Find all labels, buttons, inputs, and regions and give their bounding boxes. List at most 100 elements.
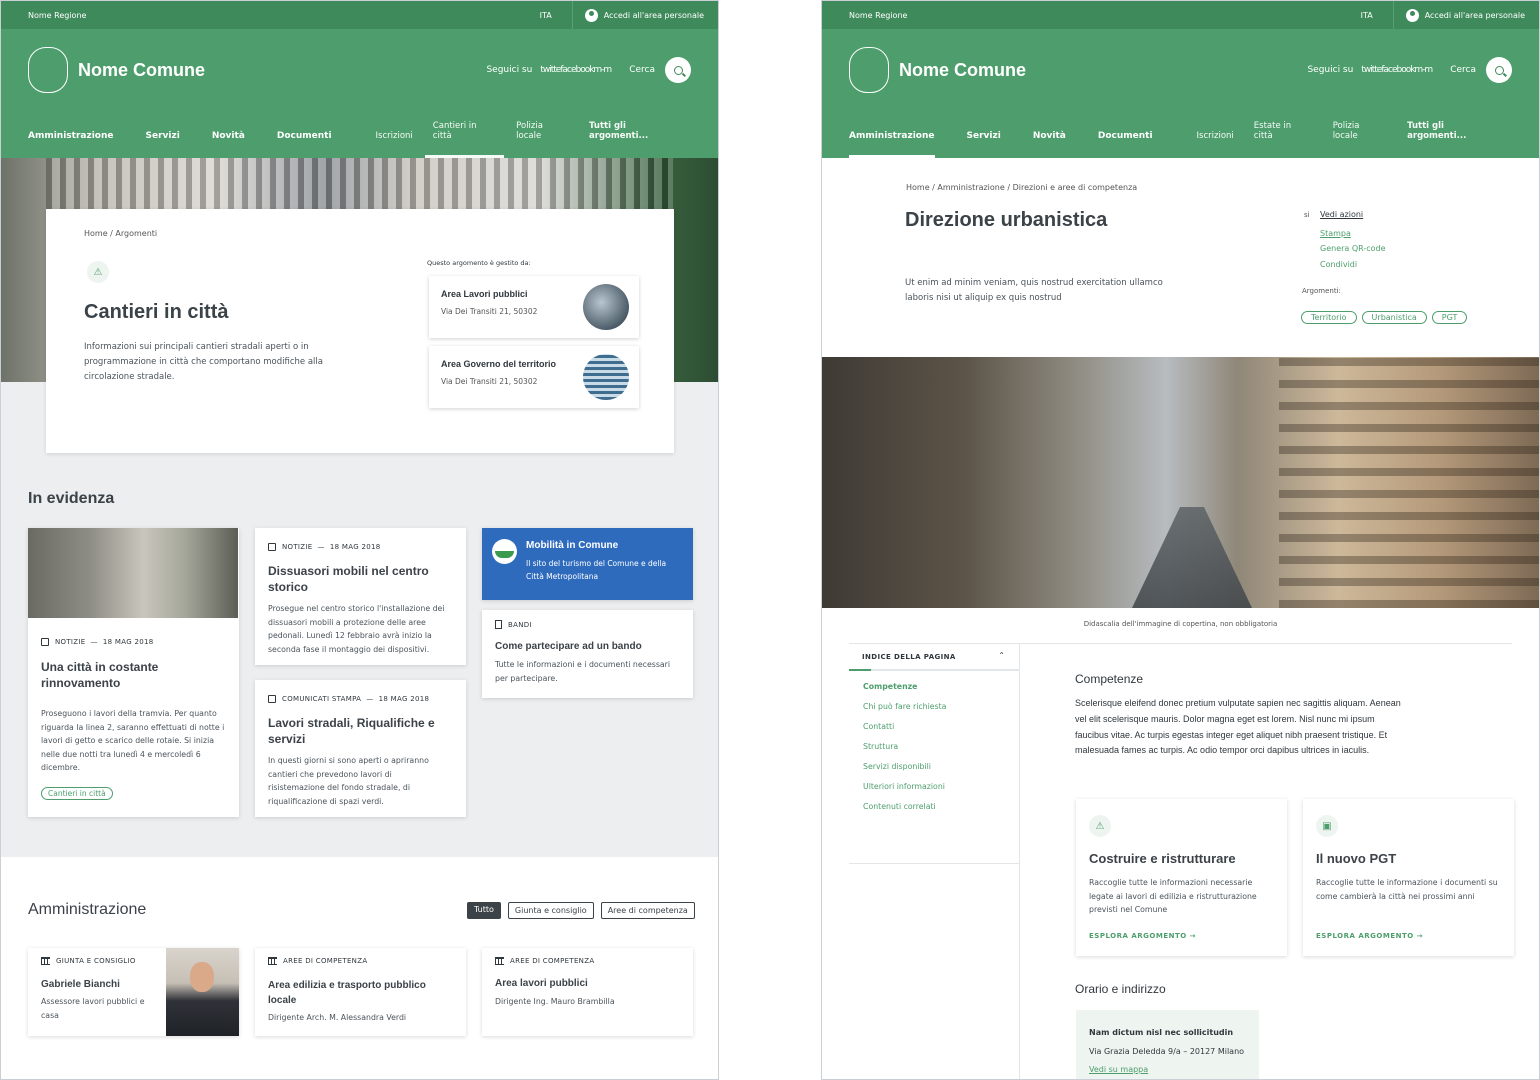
municipality-name[interactable]: Nome Comune: [78, 60, 205, 81]
toc-item[interactable]: Competenze: [863, 682, 917, 691]
cover-caption: Didascalia dell'immagine di copertina, n…: [1083, 620, 1278, 628]
toc-item[interactable]: Struttura: [863, 742, 898, 751]
bando-title[interactable]: Come partecipare ad un bando: [495, 641, 642, 652]
toc-item[interactable]: Servizi disponibili: [863, 762, 931, 771]
topic-card-title[interactable]: Il nuovo PGT: [1316, 851, 1396, 866]
admin-meta: AREE DI COMPETENZA: [495, 957, 594, 965]
language-select[interactable]: ITA: [540, 11, 552, 20]
login-link[interactable]: Accedi all'area personale: [604, 11, 704, 20]
language-select[interactable]: ITA: [1361, 11, 1373, 20]
tag-urbanistica[interactable]: Urbanistica: [1361, 311, 1427, 324]
nav-iscrizioni[interactable]: Iscrizioni: [368, 131, 421, 158]
mobility-logo: [492, 539, 517, 564]
social-links[interactable]: twittefacebookm-m: [540, 65, 612, 75]
nav-novita[interactable]: Novità: [1033, 131, 1066, 158]
topic-card-costruire[interactable]: ⚠ Costruire e ristrutturare Raccoglie tu…: [1076, 799, 1287, 956]
nav-amministrazione[interactable]: Amministrazione: [849, 131, 935, 158]
news-card-1[interactable]: NOTIZIE — 18 MAG 2018 Una città in costa…: [28, 528, 239, 817]
bando-meta: BANDI: [495, 620, 532, 629]
nav-estate[interactable]: Estate in città: [1246, 121, 1321, 158]
tag-territorio[interactable]: Territorio: [1301, 311, 1357, 324]
news-card-2[interactable]: NOTIZIE — 18 MAG 2018 Dissuasori mobili …: [255, 528, 466, 665]
search-button[interactable]: [1486, 57, 1512, 83]
search-label: Cerca: [629, 65, 655, 75]
promo-card[interactable]: Mobilità in Comune Il sito del turismo d…: [482, 528, 693, 600]
region-link[interactable]: Nome Regione: [28, 11, 86, 20]
nav-polizia[interactable]: Polizia locale: [508, 121, 577, 158]
breadcrumb[interactable]: Home / Argomenti: [84, 229, 157, 238]
topics-label: Argomenti:: [1302, 287, 1341, 295]
bando-card[interactable]: BANDI Come partecipare ad un bando Tutte…: [482, 610, 693, 698]
nav-documenti[interactable]: Documenti: [1098, 131, 1153, 158]
admin-card-area-1[interactable]: AREE DI COMPETENZA Area edilizia e trasp…: [255, 948, 466, 1036]
actions-prefix: si: [1304, 211, 1310, 219]
explore-link[interactable]: ESPLORA ARGOMENTO →: [1089, 932, 1196, 940]
municipality-logo[interactable]: [28, 47, 68, 93]
toc-item[interactable]: Chi può fare richiesta: [863, 702, 946, 711]
nav-servizi[interactable]: Servizi: [967, 131, 1001, 158]
municipality-logo[interactable]: [849, 47, 889, 93]
breadcrumb[interactable]: Home / Amministrazione / Direzioni e are…: [906, 183, 1137, 192]
nav-iscrizioni[interactable]: Iscrizioni: [1189, 131, 1242, 158]
region-link[interactable]: Nome Regione: [849, 11, 907, 20]
user-icon: [1405, 8, 1419, 22]
follow-label: Seguici su: [1307, 65, 1354, 75]
admin-card-title[interactable]: Gabriele Bianchi: [41, 979, 120, 990]
competenze-text: Scelerisque eleifend donec pretium vulpu…: [1075, 698, 1401, 756]
main-nav: Amministrazione Servizi Novità Documenti…: [1, 111, 718, 158]
topic-chip[interactable]: Cantieri in città: [41, 787, 113, 800]
map-link[interactable]: Vedi su mappa: [1089, 1065, 1148, 1074]
topic-hero-card: Home / Argomenti ⚠ Cantieri in città Inf…: [46, 209, 674, 453]
search-icon: [673, 65, 683, 75]
nav-documenti[interactable]: Documenti: [277, 131, 332, 158]
admin-card-title[interactable]: Area edilizia e trasporto pubblico local…: [268, 978, 448, 1008]
news-text: In questi giorni si sono aperti o aprira…: [268, 756, 429, 806]
news-title[interactable]: Una città in costante rinnovamento: [41, 659, 221, 691]
social-links[interactable]: twittefacebookm-m: [1361, 65, 1433, 75]
admin-card-area-2[interactable]: AREE DI COMPETENZA Area lavori pubblici …: [482, 948, 693, 1036]
news-card-3[interactable]: COMUNICATI STAMPA — 18 MAG 2018 Lavori s…: [255, 680, 466, 817]
action-share[interactable]: Condividi: [1320, 260, 1357, 269]
search-button[interactable]: [665, 57, 691, 83]
news-title[interactable]: Dissuasori mobili nel centro storico: [268, 563, 448, 595]
admin-filters: Tutto Giunta e consiglio Aree di compete…: [467, 902, 695, 919]
admin-card-person[interactable]: GIUNTA E CONSIGLIO Gabriele Bianchi Asse…: [28, 948, 239, 1036]
nav-cantieri[interactable]: Cantieri in città: [424, 121, 505, 158]
toc-title[interactable]: INDICE DELLA PAGINA: [862, 653, 956, 661]
filter-all-button[interactable]: Tutto: [467, 902, 501, 919]
center-header: Nome Comune Seguici su twittefacebookm-m…: [822, 29, 1539, 111]
explore-link[interactable]: ESPLORA ARGOMENTO →: [1316, 932, 1423, 940]
nav-amministrazione[interactable]: Amministrazione: [28, 131, 114, 158]
nav-all-topics[interactable]: Tutti gli argomenti...: [1399, 121, 1514, 158]
tag-pgt[interactable]: PGT: [1431, 311, 1468, 324]
screen-topic-page: Nome Regione ITA Accedi all'area persona…: [0, 0, 719, 1080]
admin-card-title[interactable]: Area lavori pubblici: [495, 978, 588, 989]
toc-item[interactable]: Contatti: [863, 722, 894, 731]
toc-item[interactable]: Ulteriori informazioni: [863, 782, 945, 791]
address-card-title: Nam dictum nisl nec sollicitudin: [1089, 1028, 1234, 1037]
chevron-up-icon[interactable]: ⌃: [998, 651, 1005, 660]
login-link[interactable]: Accedi all'area personale: [1425, 11, 1525, 20]
area-card-governo[interactable]: Area Governo del territorio Via Dei Tran…: [429, 346, 639, 408]
action-print[interactable]: Stampa: [1320, 229, 1351, 238]
news-title[interactable]: Lavori stradali, Riqualifiche e servizi: [268, 715, 453, 747]
nav-servizi[interactable]: Servizi: [146, 131, 180, 158]
nav-polizia[interactable]: Polizia locale: [1325, 121, 1395, 158]
institution-icon: [41, 957, 50, 965]
filter-aree-button[interactable]: Aree di competenza: [600, 902, 695, 919]
admin-card-text: Dirigente Arch. M. Alessandra Verdi: [268, 1013, 407, 1022]
filter-giunta-button[interactable]: Giunta e consiglio: [507, 902, 594, 919]
address-card[interactable]: Nam dictum nisl nec sollicitudin Via Gra…: [1076, 1010, 1259, 1079]
area-card-lavori[interactable]: Area Lavori pubblici Via Dei Transiti 21…: [429, 276, 639, 338]
actions-toggle[interactable]: Vedi azioni: [1320, 210, 1363, 219]
nav-all-topics[interactable]: Tutti gli argomenti...: [581, 121, 693, 158]
page-index: INDICE DELLA PAGINA ⌃ Competenze Chi può…: [849, 646, 1019, 864]
toc-item[interactable]: Contenuti correlati: [863, 802, 936, 811]
news-meta: NOTIZIE — 18 MAG 2018: [268, 543, 381, 551]
action-qr[interactable]: Genera QR-code: [1320, 244, 1386, 253]
admin-title: Amministrazione: [28, 901, 147, 918]
topic-card-title[interactable]: Costruire e ristrutturare: [1089, 851, 1236, 866]
topic-card-pgt[interactable]: ▣ Il nuovo PGT Raccoglie tutte le inform…: [1303, 799, 1514, 956]
municipality-name[interactable]: Nome Comune: [899, 60, 1026, 81]
nav-novita[interactable]: Novità: [212, 131, 245, 158]
